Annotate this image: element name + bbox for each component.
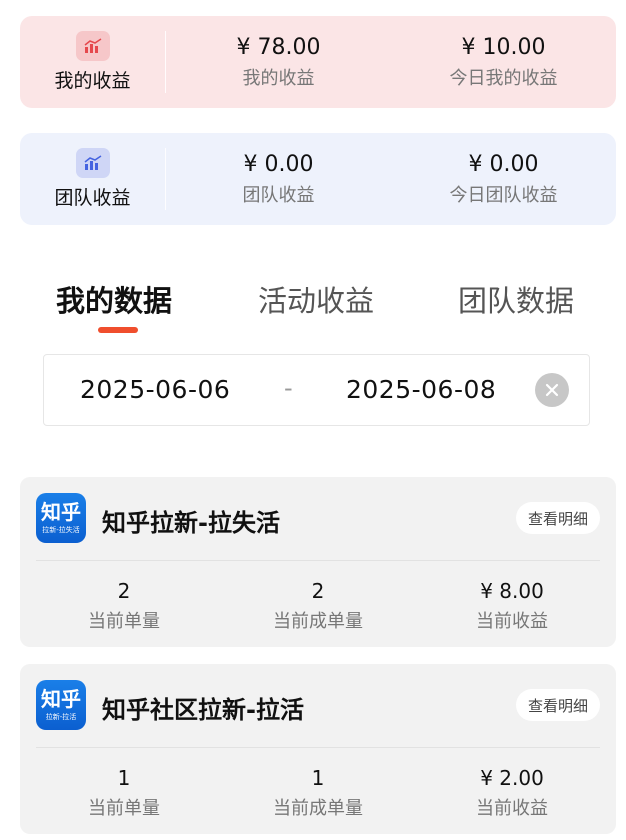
task-stats: 1 当前单量 1 当前成单量 ¥ 2.00 当前收益	[20, 766, 616, 819]
team-earnings-summary: 团队收益	[20, 148, 166, 210]
current-orders: 2 当前单量	[34, 579, 214, 633]
stat-label: 当前单量	[88, 611, 160, 632]
stat-value: 1	[117, 766, 131, 790]
stat-label: 当前成单量	[273, 611, 363, 632]
divider	[36, 747, 600, 748]
tab-my-data[interactable]: 我的数据	[56, 278, 172, 320]
end-date[interactable]: 2025-06-08	[346, 375, 496, 404]
stat-value: ¥ 0.00	[243, 151, 314, 177]
my-earnings-summary: 我的收益	[20, 31, 166, 93]
zhihu-logo-icon: 知乎 拉新-拉失活	[36, 493, 86, 543]
team-earnings-card: 团队收益 ¥ 0.00 团队收益 ¥ 0.00 今日团队收益	[20, 133, 616, 225]
view-detail-button[interactable]: 查看明细	[515, 689, 600, 721]
stat-label: 当前收益	[476, 611, 548, 632]
stat-value: 1	[311, 766, 325, 790]
logo-text: 知乎	[41, 500, 81, 524]
stat-label: 当前收益	[476, 798, 548, 819]
data-tabs: 我的数据 活动收益 团队数据	[0, 272, 626, 342]
stat-label: 今日团队收益	[449, 184, 558, 206]
current-earnings: ¥ 8.00 当前收益	[422, 579, 602, 633]
stat-label: 团队收益	[242, 184, 315, 206]
stat-label: 当前成单量	[273, 798, 363, 819]
current-earnings: ¥ 2.00 当前收益	[422, 766, 602, 820]
task-title: 知乎社区拉新-拉活	[102, 696, 304, 724]
task-card: 知乎 拉新-拉活 知乎社区拉新-拉活 查看明细 1 当前单量 1 当前成单量 ¥…	[20, 664, 616, 834]
my-earnings-today: ¥ 10.00 今日我的收益	[391, 35, 616, 90]
stat-label: 当前单量	[88, 798, 160, 819]
stat-value: 2	[311, 579, 325, 603]
my-earnings-label: 我的收益	[54, 70, 131, 92]
stat-value: ¥ 0.00	[468, 151, 539, 177]
view-detail-button[interactable]: 查看明细	[515, 502, 600, 534]
start-date[interactable]: 2025-06-06	[80, 375, 230, 404]
clear-icon[interactable]	[535, 373, 569, 407]
date-separator: -	[284, 374, 293, 402]
task-card: 知乎 拉新-拉失活 知乎拉新-拉失活 查看明细 2 当前单量 2 当前成单量 ¥…	[20, 477, 616, 647]
completed-orders: 1 当前成单量	[228, 766, 408, 820]
tab-activity-earnings[interactable]: 活动收益	[258, 278, 374, 320]
stat-value: ¥ 8.00	[480, 579, 544, 603]
logo-subtext: 拉新-拉活	[45, 713, 77, 721]
date-range-picker[interactable]: 2025-06-06 - 2025-06-08	[43, 354, 590, 426]
stat-value: 2	[117, 579, 131, 603]
tab-team-data[interactable]: 团队数据	[458, 278, 574, 320]
stat-label: 今日我的收益	[449, 67, 558, 89]
chart-icon	[75, 148, 110, 178]
zhihu-logo-icon: 知乎 拉新-拉活	[36, 680, 86, 730]
stat-value: ¥ 2.00	[480, 766, 544, 790]
task-stats: 2 当前单量 2 当前成单量 ¥ 8.00 当前收益	[20, 579, 616, 632]
active-tab-indicator	[98, 327, 138, 333]
chart-icon	[75, 31, 110, 61]
team-earnings-label: 团队收益	[54, 187, 131, 209]
current-orders: 1 当前单量	[34, 766, 214, 820]
logo-subtext: 拉新-拉失活	[42, 526, 80, 534]
completed-orders: 2 当前成单量	[228, 579, 408, 633]
my-earnings-total: ¥ 78.00 我的收益	[166, 35, 391, 90]
stat-label: 我的收益	[242, 67, 315, 89]
stat-value: ¥ 10.00	[461, 34, 546, 60]
team-earnings-today: ¥ 0.00 今日团队收益	[391, 152, 616, 207]
task-title: 知乎拉新-拉失活	[102, 509, 280, 537]
my-earnings-card: 我的收益 ¥ 78.00 我的收益 ¥ 10.00 今日我的收益	[20, 16, 616, 108]
logo-text: 知乎	[41, 687, 81, 711]
divider	[36, 560, 600, 561]
stat-value: ¥ 78.00	[236, 34, 321, 60]
team-earnings-total: ¥ 0.00 团队收益	[166, 152, 391, 207]
